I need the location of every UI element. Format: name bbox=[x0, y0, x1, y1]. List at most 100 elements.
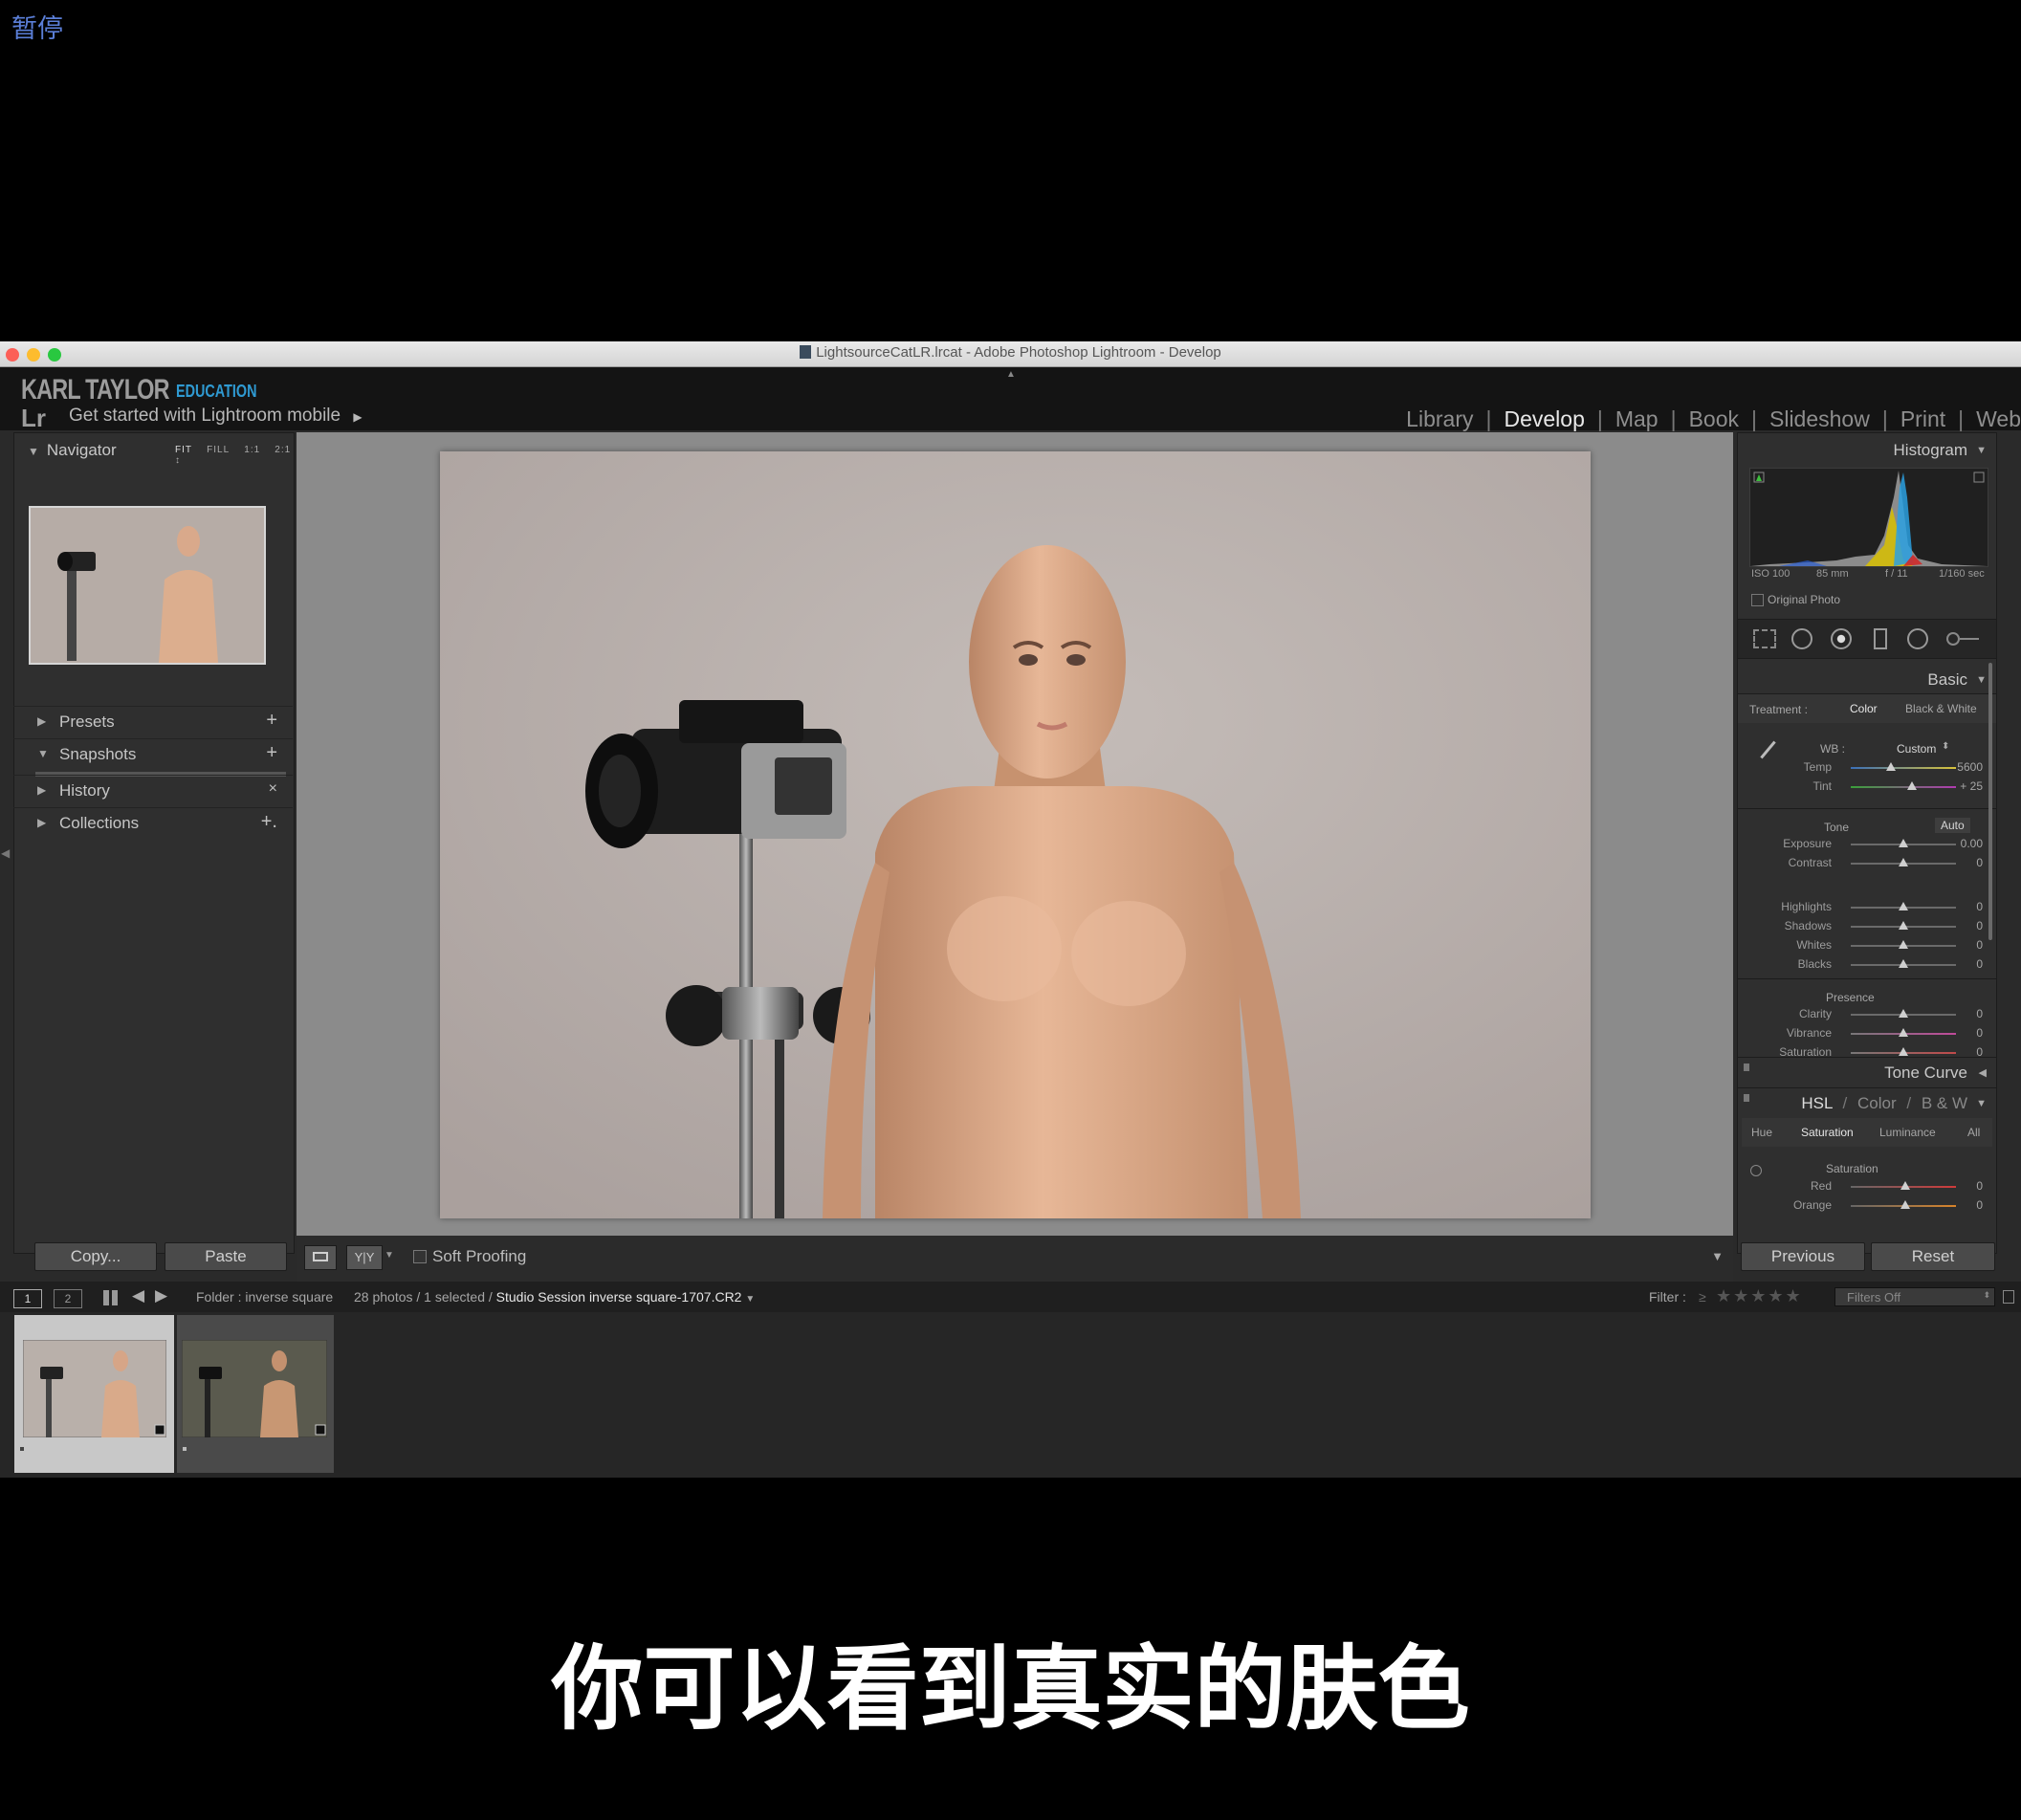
add-collection-icon[interactable]: +. bbox=[261, 811, 277, 833]
slider-value[interactable]: 5600 bbox=[1957, 760, 1983, 774]
auto-tone-button[interactable]: Auto bbox=[1935, 818, 1970, 833]
wb-stepper-icon[interactable]: ⬍ bbox=[1942, 741, 1949, 752]
wb-preset-select[interactable]: Custom bbox=[1897, 742, 1936, 756]
clear-history-icon[interactable]: × bbox=[269, 780, 277, 798]
slider-knob[interactable] bbox=[1899, 1009, 1908, 1018]
toolbar-menu-icon[interactable]: ▼ bbox=[1711, 1249, 1724, 1263]
reset-button[interactable]: Reset bbox=[1871, 1242, 1995, 1271]
grid-view-icon[interactable] bbox=[103, 1290, 119, 1305]
filename-dropdown-icon[interactable]: ▼ bbox=[745, 1294, 755, 1305]
hsl-tab-all[interactable]: All bbox=[1967, 1126, 1980, 1139]
filter-lock-icon[interactable] bbox=[2003, 1290, 2014, 1304]
crop-tool-icon[interactable] bbox=[1753, 629, 1776, 648]
slider-red[interactable]: Red 0 bbox=[1738, 1177, 1996, 1196]
add-preset-icon[interactable]: + bbox=[266, 710, 277, 732]
rating-comparison[interactable]: ≥ bbox=[1699, 1289, 1706, 1305]
slider-knob[interactable] bbox=[1906, 781, 1917, 790]
presets-section[interactable]: ▶ Presets + bbox=[13, 706, 293, 735]
original-photo-checkbox[interactable] bbox=[1751, 594, 1764, 606]
slider-value[interactable]: + 25 bbox=[1960, 779, 1983, 793]
slider-value[interactable]: 0 bbox=[1976, 938, 1983, 952]
targeted-adjustment-icon[interactable] bbox=[1750, 1165, 1762, 1176]
slider-value[interactable]: 0 bbox=[1976, 1026, 1983, 1040]
treatment-bw-button[interactable]: Black & White bbox=[1905, 702, 1977, 715]
collapse-triangle-icon[interactable]: ▼ bbox=[1976, 445, 1987, 456]
zoom-fill[interactable]: FILL bbox=[207, 445, 230, 455]
bw-tab-title[interactable]: B & W bbox=[1922, 1094, 1967, 1112]
secondary-display-button[interactable]: 2 bbox=[54, 1289, 82, 1308]
module-book[interactable]: Book bbox=[1689, 406, 1739, 431]
slider-whites[interactable]: Whites 0 bbox=[1738, 936, 1996, 955]
back-arrow-icon[interactable]: ◀ bbox=[132, 1286, 144, 1305]
slider-knob[interactable] bbox=[1900, 1200, 1911, 1209]
navigator-header[interactable]: ▼ Navigator bbox=[28, 441, 117, 460]
zoom-stepper-icon[interactable]: ↕ bbox=[175, 455, 181, 466]
selected-filename[interactable]: Studio Session inverse square-1707.CR2 bbox=[496, 1289, 742, 1305]
history-section[interactable]: ▶ History × bbox=[13, 775, 293, 804]
slider-knob[interactable] bbox=[1899, 1047, 1908, 1056]
primary-display-button[interactable]: 1 bbox=[13, 1289, 42, 1308]
panel-switch-icon[interactable] bbox=[1744, 1063, 1749, 1071]
previous-settings-button[interactable]: Previous bbox=[1741, 1242, 1865, 1271]
pause-label[interactable]: 暂停 bbox=[11, 8, 63, 45]
slider-tint[interactable]: Tint + 25 bbox=[1738, 778, 1996, 797]
rating-filter-stars-icon[interactable]: ★★★★★ bbox=[1716, 1286, 1803, 1306]
slider-value[interactable]: 0 bbox=[1976, 919, 1983, 932]
red-eye-icon[interactable] bbox=[1831, 628, 1852, 649]
tone-curve-header[interactable]: Tone Curve ◀ bbox=[1738, 1057, 1996, 1086]
histogram-graph[interactable] bbox=[1749, 468, 1988, 567]
slider-knob[interactable] bbox=[1899, 940, 1908, 949]
image-loupe-area[interactable] bbox=[297, 432, 1733, 1236]
slider-vibrance[interactable]: Vibrance 0 bbox=[1738, 1024, 1996, 1043]
slider-track[interactable] bbox=[1851, 786, 1956, 788]
slider-value[interactable]: 0 bbox=[1976, 1179, 1983, 1193]
forward-arrow-icon[interactable]: ▶ bbox=[155, 1286, 167, 1305]
slider-knob[interactable] bbox=[1899, 858, 1908, 866]
soft-proofing-checkbox[interactable] bbox=[413, 1250, 427, 1263]
snapshots-section[interactable]: ▼ Snapshots + bbox=[13, 738, 293, 768]
spot-removal-icon[interactable] bbox=[1791, 628, 1812, 649]
slider-shadows[interactable]: Shadows 0 bbox=[1738, 917, 1996, 936]
radial-filter-icon[interactable] bbox=[1907, 628, 1928, 649]
slider-knob[interactable] bbox=[1900, 1181, 1911, 1190]
collapse-triangle-icon[interactable]: ▼ bbox=[1976, 1098, 1987, 1109]
hsl-tab-saturation[interactable]: Saturation bbox=[1801, 1126, 1854, 1139]
slider-value[interactable]: 0 bbox=[1976, 1007, 1983, 1020]
module-library[interactable]: Library bbox=[1406, 406, 1473, 431]
zoom-1-1[interactable]: 1:1 bbox=[244, 445, 260, 455]
slider-knob[interactable] bbox=[1899, 839, 1908, 847]
slider-knob[interactable] bbox=[1899, 902, 1908, 910]
navigator-preview[interactable] bbox=[29, 506, 266, 665]
collections-section[interactable]: ▶ Collections +. bbox=[13, 807, 293, 837]
slider-value[interactable]: 0 bbox=[1976, 900, 1983, 913]
module-slideshow[interactable]: Slideshow bbox=[1769, 406, 1870, 431]
slider-value[interactable]: 0.00 bbox=[1961, 837, 1983, 850]
slider-value[interactable]: 0 bbox=[1976, 856, 1983, 869]
loupe-view-button[interactable] bbox=[304, 1245, 337, 1270]
slider-contrast[interactable]: Contrast 0 bbox=[1738, 854, 1996, 873]
folder-source-label[interactable]: Folder : inverse square bbox=[196, 1289, 333, 1305]
adjustment-brush-icon[interactable] bbox=[1946, 631, 1979, 647]
slider-temp[interactable]: Temp 5600 bbox=[1738, 758, 1996, 778]
treatment-color-button[interactable]: Color bbox=[1850, 702, 1878, 715]
copy-settings-button[interactable]: Copy... bbox=[34, 1242, 157, 1271]
right-panel-scrollbar[interactable] bbox=[1988, 663, 1992, 940]
slider-knob[interactable] bbox=[1899, 921, 1908, 930]
collapse-top-panel-icon[interactable]: ▲ bbox=[1006, 369, 1016, 380]
before-after-dropdown-icon[interactable]: ▼ bbox=[384, 1250, 394, 1261]
module-develop[interactable]: Develop bbox=[1504, 406, 1584, 431]
module-map[interactable]: Map bbox=[1615, 406, 1659, 431]
slider-exposure[interactable]: Exposure 0.00 bbox=[1738, 835, 1996, 854]
slider-orange[interactable]: Orange 0 bbox=[1738, 1196, 1996, 1216]
slider-value[interactable]: 0 bbox=[1976, 957, 1983, 971]
zoom-fit[interactable]: FIT bbox=[175, 445, 192, 455]
color-tab-title[interactable]: Color bbox=[1857, 1094, 1897, 1112]
slider-knob[interactable] bbox=[1885, 762, 1896, 771]
slider-knob[interactable] bbox=[1899, 959, 1908, 968]
module-web[interactable]: Web bbox=[1976, 406, 2021, 431]
slider-value[interactable]: 0 bbox=[1976, 1198, 1983, 1212]
hsl-tab-title[interactable]: HSL bbox=[1801, 1094, 1832, 1112]
hsl-tab-hue[interactable]: Hue bbox=[1751, 1126, 1772, 1139]
slider-blacks[interactable]: Blacks 0 bbox=[1738, 955, 1996, 975]
slider-knob[interactable] bbox=[1899, 1028, 1908, 1037]
